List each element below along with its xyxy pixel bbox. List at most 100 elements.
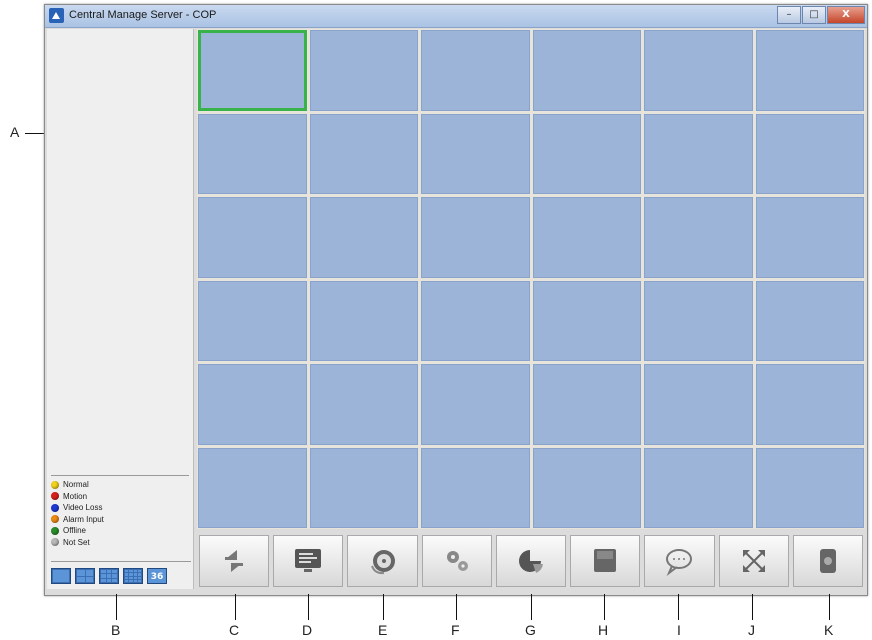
video-channel-cell[interactable] bbox=[198, 280, 307, 361]
settings-gears-icon bbox=[446, 551, 468, 571]
video-channel-cell[interactable] bbox=[532, 447, 641, 528]
main-toolbar bbox=[197, 533, 865, 593]
video-channel-cell[interactable] bbox=[421, 30, 530, 111]
video-channel-cell[interactable] bbox=[644, 447, 753, 528]
video-channel-cell[interactable] bbox=[755, 113, 864, 194]
video-channel-cell[interactable] bbox=[421, 280, 530, 361]
window-controls: – □ X bbox=[776, 6, 865, 24]
status-dot-icon bbox=[51, 503, 59, 512]
switch-button[interactable] bbox=[199, 535, 270, 587]
layout-36-button[interactable]: 36 bbox=[147, 568, 167, 584]
device-tree-panel[interactable]: Normal Motion Video Loss Alarm Input Offline… bbox=[47, 29, 194, 589]
camera-button[interactable] bbox=[792, 535, 863, 587]
video-channel-cell[interactable] bbox=[644, 364, 753, 445]
legend-label: Motion bbox=[63, 491, 88, 501]
video-channel-cell[interactable] bbox=[309, 113, 418, 194]
save-icon bbox=[594, 549, 617, 572]
layout-4-button[interactable] bbox=[75, 568, 95, 584]
video-channel-cell[interactable] bbox=[755, 197, 864, 278]
layout-16-button[interactable] bbox=[123, 568, 143, 584]
callout-i-leader bbox=[678, 594, 679, 620]
legend-label: Alarm Input bbox=[63, 514, 104, 524]
status-dot-icon bbox=[51, 526, 59, 535]
callout-f: F bbox=[451, 622, 460, 638]
video-channel-cell[interactable] bbox=[755, 364, 864, 445]
video-channel-cell[interactable] bbox=[309, 30, 418, 111]
video-channel-cell[interactable] bbox=[532, 113, 641, 194]
video-channel-cell[interactable] bbox=[309, 197, 418, 278]
video-channel-cell[interactable] bbox=[755, 280, 864, 361]
callout-d: D bbox=[302, 622, 313, 638]
fullscreen-button[interactable] bbox=[718, 535, 789, 587]
maximize-button[interactable]: □ bbox=[802, 6, 826, 24]
status-dot-icon bbox=[51, 515, 59, 523]
legend-label: Video Loss bbox=[63, 503, 103, 512]
callout-d-leader bbox=[308, 594, 309, 620]
monitor-icon bbox=[295, 549, 322, 572]
video-channel-cell[interactable] bbox=[755, 447, 864, 528]
callout-f-leader bbox=[456, 594, 457, 620]
message-button[interactable] bbox=[644, 535, 715, 587]
callout-c-leader bbox=[235, 594, 236, 620]
video-channel-cell[interactable] bbox=[198, 30, 307, 111]
legend-item: Motion bbox=[51, 491, 189, 502]
callout-b-leader bbox=[116, 594, 117, 620]
callout-a: A bbox=[10, 124, 20, 140]
video-channel-cell[interactable] bbox=[532, 364, 641, 445]
video-channel-cell[interactable] bbox=[532, 280, 641, 361]
legend-label: Not Set bbox=[63, 537, 90, 547]
camera-icon bbox=[819, 549, 836, 573]
video-channel-cell[interactable] bbox=[421, 447, 530, 528]
video-channel-cell[interactable] bbox=[309, 447, 418, 528]
legend-item: Normal bbox=[51, 479, 189, 490]
video-channel-cell[interactable] bbox=[309, 364, 418, 445]
chat-bubble-icon bbox=[666, 549, 693, 576]
callout-c: C bbox=[229, 622, 240, 638]
video-channel-cell[interactable] bbox=[421, 197, 530, 278]
callout-k: K bbox=[824, 622, 834, 638]
status-dot-icon bbox=[51, 538, 59, 546]
video-channel-cell[interactable] bbox=[198, 364, 307, 445]
video-channel-cell[interactable] bbox=[644, 280, 753, 361]
layout-1-button[interactable] bbox=[51, 568, 71, 584]
video-channel-cell[interactable] bbox=[421, 364, 530, 445]
callout-j: J bbox=[748, 622, 755, 638]
video-channel-cell[interactable] bbox=[198, 447, 307, 528]
legend-item: Offline bbox=[51, 525, 189, 536]
backup-button[interactable] bbox=[570, 535, 641, 587]
setup-button[interactable] bbox=[421, 535, 492, 587]
app-logo-icon bbox=[49, 8, 64, 23]
callout-g: G bbox=[525, 622, 536, 638]
video-channel-cell[interactable] bbox=[198, 197, 307, 278]
playback-reel-icon bbox=[370, 550, 395, 575]
legend-label: Normal bbox=[63, 480, 89, 489]
video-channel-cell[interactable] bbox=[644, 30, 753, 111]
live-view-button[interactable] bbox=[273, 535, 344, 587]
video-channel-cell[interactable] bbox=[532, 197, 641, 278]
video-channel-cell[interactable] bbox=[309, 280, 418, 361]
callout-j-leader bbox=[752, 594, 753, 620]
playback-button[interactable] bbox=[347, 535, 418, 587]
legend-item: Not Set bbox=[51, 537, 189, 548]
layout-9-button[interactable] bbox=[99, 568, 119, 584]
legend-label: Offline bbox=[63, 526, 86, 535]
video-channel-cell[interactable] bbox=[755, 30, 864, 111]
pie-chart-icon bbox=[518, 550, 543, 573]
status-legend: Normal Motion Video Loss Alarm Input Offline… bbox=[51, 475, 189, 548]
video-grid bbox=[197, 29, 865, 529]
status-dot-icon bbox=[51, 480, 59, 489]
callout-i: I bbox=[677, 622, 681, 638]
video-channel-cell[interactable] bbox=[644, 113, 753, 194]
video-channel-cell[interactable] bbox=[644, 197, 753, 278]
callout-e-leader bbox=[383, 594, 384, 620]
app-window: Central Manage Server - COP – □ X Normal… bbox=[44, 4, 868, 596]
callout-h-leader bbox=[604, 594, 605, 620]
close-button[interactable]: X bbox=[827, 6, 865, 24]
video-channel-cell[interactable] bbox=[421, 113, 530, 194]
video-channel-cell[interactable] bbox=[532, 30, 641, 111]
video-channel-cell[interactable] bbox=[198, 113, 307, 194]
legend-item: Alarm Input bbox=[51, 514, 189, 525]
minimize-button[interactable]: – bbox=[777, 6, 801, 24]
statistics-button[interactable] bbox=[495, 535, 567, 587]
callout-b: B bbox=[111, 622, 121, 638]
